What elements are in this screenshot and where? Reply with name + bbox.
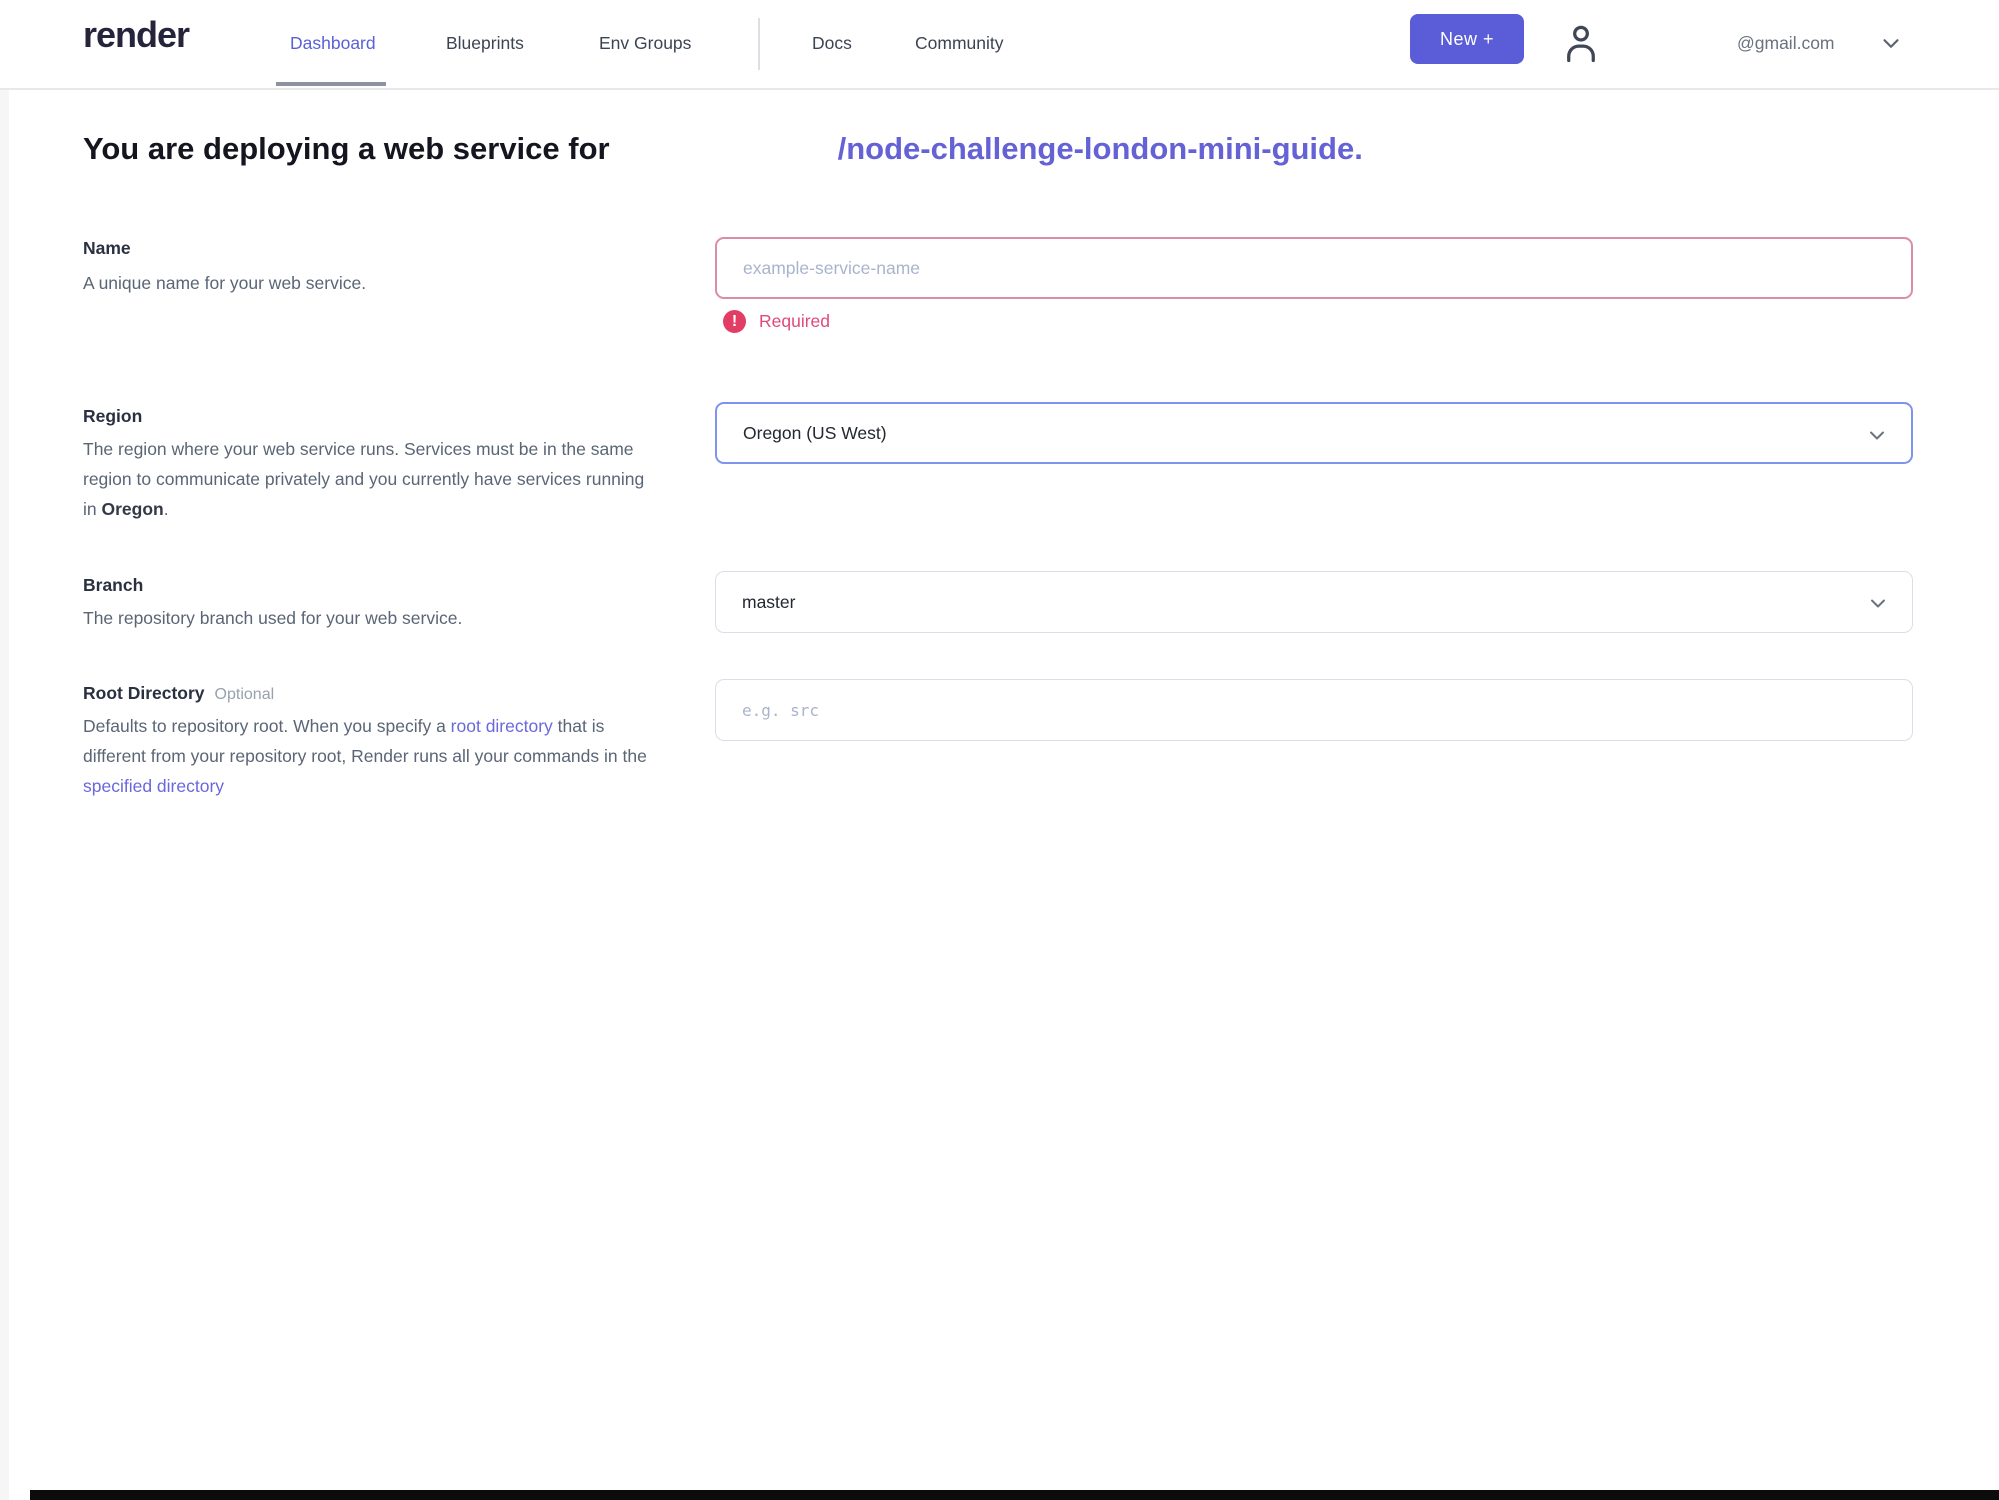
chevron-down-icon	[1866, 591, 1890, 620]
repo-name-link[interactable]: /node-challenge-london-mini-guide.	[838, 131, 1363, 166]
branch-field-description: The repository branch used for your web …	[83, 608, 463, 628]
active-tab-underline	[276, 82, 386, 86]
top-navigation-bar: render Dashboard Blueprints Env Groups D…	[0, 0, 1999, 90]
root-directory-field-description: Defaults to repository root. When you sp…	[83, 711, 661, 801]
root-directory-field-label: Root Directory Optional	[83, 683, 683, 704]
nav-item-label: Community	[915, 32, 1004, 53]
new-button-label: New +	[1439, 28, 1495, 49]
account-menu[interactable]: @gmail.com	[1737, 0, 1835, 86]
name-input[interactable]	[715, 237, 1913, 299]
region-description-period: .	[163, 499, 169, 519]
root-directory-label-text: Root Directory	[83, 683, 205, 703]
region-select-value: Oregon (US West)	[743, 422, 887, 443]
nav-item-env-groups[interactable]: Env Groups	[599, 0, 691, 86]
branch-field-label: Branch	[83, 575, 144, 595]
error-text: Required	[759, 311, 831, 331]
deploy-web-service-page: render Dashboard Blueprints Env Groups D…	[0, 0, 1999, 1500]
nav-item-label: Docs	[812, 32, 852, 53]
root-directory-doc-link[interactable]: root directory	[451, 716, 553, 736]
nav-item-label: Dashboard	[290, 32, 376, 53]
chevron-down-icon[interactable]	[1878, 30, 1904, 61]
nav-item-blueprints[interactable]: Blueprints	[446, 0, 524, 86]
specified-directory-doc-link[interactable]: specified directory	[83, 776, 224, 796]
nav-item-dashboard[interactable]: Dashboard	[276, 0, 386, 86]
new-button[interactable]: New +	[1410, 14, 1524, 64]
nav-divider	[758, 18, 760, 70]
page-title-text: You are deploying a web service for	[83, 131, 610, 166]
region-field-label: Region	[83, 406, 143, 426]
user-icon[interactable]	[1558, 20, 1604, 68]
exclamation-circle-icon: !	[723, 310, 746, 333]
page-title: You are deploying a web service for/node…	[83, 128, 1363, 170]
account-email: @gmail.com	[1737, 32, 1835, 53]
nav-item-community[interactable]: Community	[915, 0, 1004, 86]
page-left-gutter	[0, 90, 9, 1500]
root-directory-description-text: Defaults to repository root. When you sp…	[83, 716, 451, 736]
nav-item-label: Blueprints	[446, 32, 524, 53]
chevron-down-icon	[1865, 423, 1889, 452]
bottom-edge-bar	[30, 1490, 1999, 1500]
nav-item-label: Env Groups	[599, 32, 692, 53]
render-logo[interactable]: render	[83, 14, 190, 56]
optional-tag: Optional	[214, 686, 275, 703]
nav-item-docs[interactable]: Docs	[812, 0, 852, 86]
name-field-error: ! Required	[723, 310, 830, 333]
name-field-description: A unique name for your web service.	[83, 273, 367, 293]
region-select[interactable]: Oregon (US West)	[715, 402, 1913, 464]
root-directory-input[interactable]	[715, 679, 1913, 741]
branch-select-value: master	[742, 591, 796, 612]
branch-select[interactable]: master	[715, 571, 1913, 633]
region-field-description: The region where your web service runs. …	[83, 434, 661, 524]
name-field-label: Name	[83, 238, 131, 258]
region-description-bold: Oregon	[101, 499, 164, 519]
